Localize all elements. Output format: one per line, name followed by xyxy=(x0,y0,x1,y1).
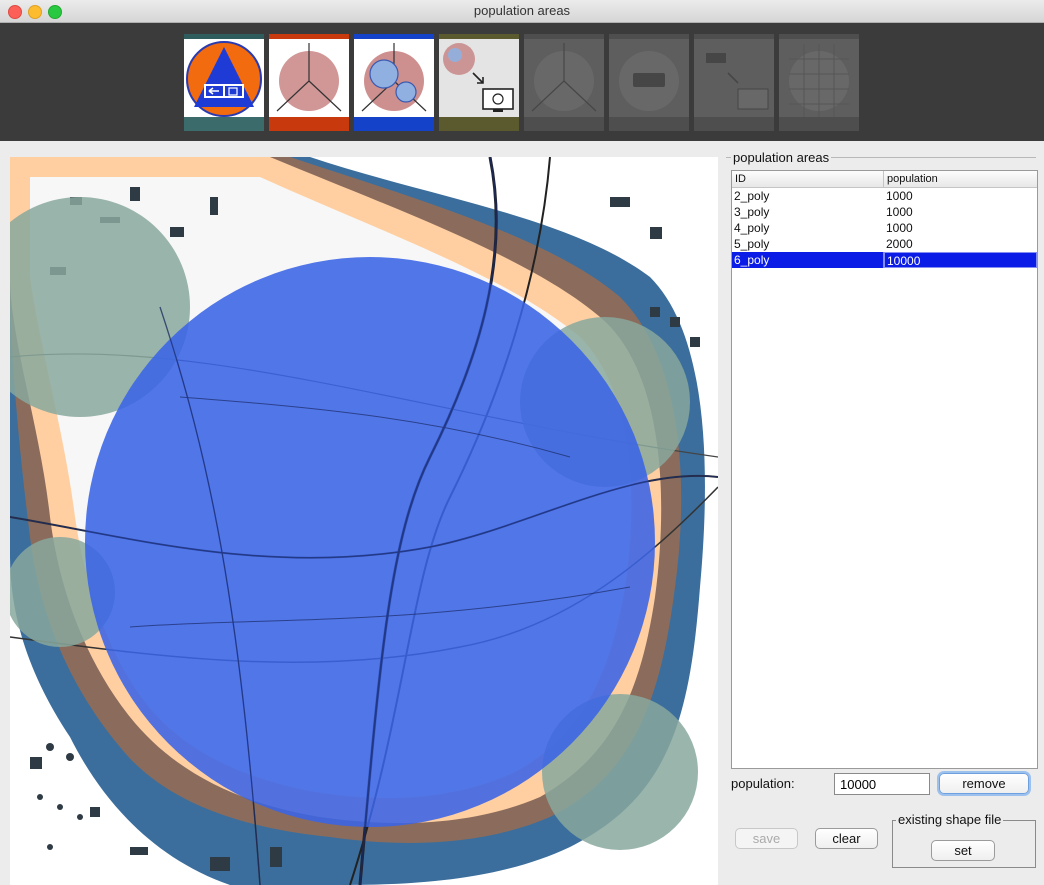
network-tool-button[interactable] xyxy=(524,34,604,131)
overlap-areas-tool-button[interactable] xyxy=(354,34,434,131)
window-title: population areas xyxy=(473,3,571,18)
table-row[interactable]: 2_poly 1000 xyxy=(732,188,1037,204)
set-button[interactable]: set xyxy=(931,840,995,861)
row-population: 1000 xyxy=(886,205,913,219)
evacuation-icon xyxy=(186,41,262,117)
network-icon xyxy=(531,43,597,112)
population-label: population: xyxy=(731,776,795,791)
population-table[interactable]: ID population 2_poly 1000 3_poly 1000 4_… xyxy=(731,170,1038,769)
remove-button[interactable]: remove xyxy=(939,773,1029,794)
column-header-population[interactable]: population xyxy=(884,171,938,187)
table-header: ID population xyxy=(732,171,1037,188)
table-row-selected[interactable]: 6_poly 10000 xyxy=(732,252,1037,268)
evacuation-tool-button[interactable] xyxy=(184,34,264,131)
population-area-tool-button[interactable] xyxy=(269,34,349,131)
row-id: 3_poly xyxy=(734,205,770,219)
grid-icon xyxy=(789,44,849,117)
overlap-circles-icon xyxy=(361,43,427,112)
circle-area-icon xyxy=(276,43,342,112)
minimize-window-button[interactable] xyxy=(28,5,42,19)
toolbar xyxy=(0,23,1044,141)
column-header-id[interactable]: ID xyxy=(732,171,884,187)
bus-export-icon xyxy=(706,53,769,110)
title-bar: population areas xyxy=(0,0,1044,23)
existing-shape-file-title: existing shape file xyxy=(896,812,1004,827)
close-window-button[interactable] xyxy=(8,5,22,19)
row-id: 2_poly xyxy=(734,189,770,203)
export-to-monitor-icon xyxy=(443,43,514,112)
row-id: 5_poly xyxy=(734,237,770,251)
row-id: 4_poly xyxy=(734,221,770,235)
bus-export-tool-button[interactable] xyxy=(694,34,774,131)
row-population: 10000 xyxy=(884,252,1037,268)
row-population: 1000 xyxy=(886,189,913,203)
zoom-window-button[interactable] xyxy=(48,5,62,19)
population-areas-group-title: population areas xyxy=(731,150,832,165)
clear-button[interactable]: clear xyxy=(815,828,878,849)
export-tool-button[interactable] xyxy=(439,34,519,131)
map-canvas[interactable] xyxy=(10,157,718,885)
row-id: 6_poly xyxy=(732,252,884,268)
row-population: 2000 xyxy=(886,237,913,251)
bus-tool-button[interactable] xyxy=(609,34,689,131)
population-input[interactable] xyxy=(834,773,930,795)
save-button[interactable]: save xyxy=(735,828,798,849)
grid-tool-button[interactable] xyxy=(779,34,859,131)
table-row[interactable]: 3_poly 1000 xyxy=(732,204,1037,220)
table-row[interactable]: 4_poly 1000 xyxy=(732,220,1037,236)
table-row[interactable]: 5_poly 2000 xyxy=(732,236,1037,252)
bus-icon xyxy=(619,51,679,111)
map-drawing xyxy=(10,157,718,885)
row-population: 1000 xyxy=(886,221,913,235)
